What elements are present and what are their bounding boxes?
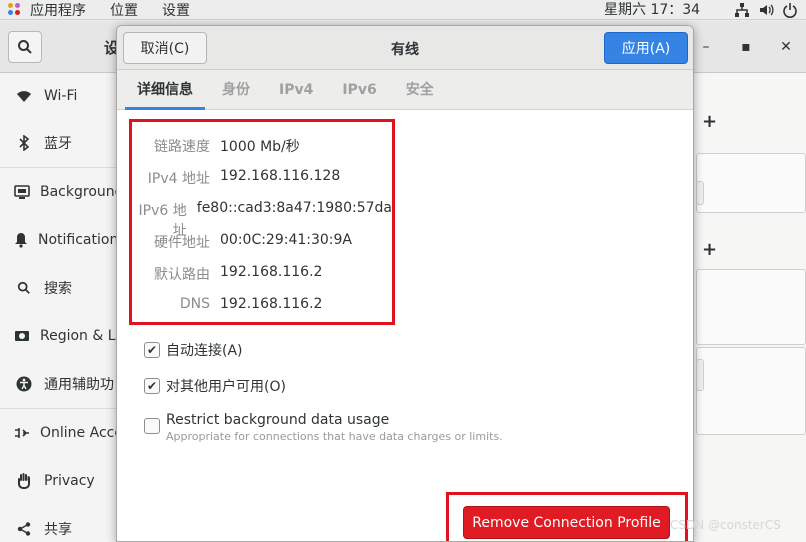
card-button[interactable] [696,181,704,205]
sidebar-item-region[interactable]: Region & La [0,312,117,360]
sidebar-item-label: Online Acco [40,425,117,441]
settings-sidebar: Wi-Fi 蓝牙 Background Notifications 搜索 Reg… [0,73,118,542]
applications-label: 应用程序 [30,2,86,19]
applications-icon [8,2,22,17]
search-button[interactable] [8,31,42,63]
accessibility-icon [14,376,34,392]
wifi-icon [14,89,34,103]
background-icon [14,185,30,199]
tab-identity[interactable]: 身份 [210,70,262,110]
auto-connect-row[interactable]: ✔ 自动连接(A) [144,340,243,360]
detail-label: 默认路由 [154,267,210,283]
card-button[interactable] [696,359,704,391]
tab-security[interactable]: 安全 [394,70,446,110]
detail-label: IPv4 地址 [147,171,210,187]
wired-connection-dialog: 取消(C) 有线 应用(A) 详细信息 身份 IPv4 IPv6 安全 链路速度… [116,25,694,542]
detail-value: 192.168.116.128 [220,168,341,184]
auto-connect-label: 自动连接(A) [166,343,243,359]
detail-label: 链路速度 [154,139,210,155]
sidebar-item-label: Region & La [40,328,117,344]
close-button[interactable]: ✕ [766,35,806,59]
sidebar-item-bluetooth[interactable]: 蓝牙 [0,119,117,167]
detail-label: DNS [179,296,210,312]
sidebar-item-privacy[interactable]: Privacy [0,457,117,505]
hand-icon [14,473,34,489]
volume-icon [758,2,774,18]
sidebar-item-label: Wi-Fi [44,88,78,104]
restrict-data-hint: Appropriate for connections that have da… [166,430,503,443]
detail-label: 硬件地址 [154,235,210,251]
system-tray[interactable] [734,0,798,20]
applications-menu[interactable]: 应用程序 [8,0,110,20]
sidebar-item-sharing[interactable]: 共享 [0,505,117,542]
all-users-row[interactable]: ✔ 对其他用户可用(O) [144,376,286,396]
dialog-header: 取消(C) 有线 应用(A) [117,26,693,70]
maximize-button[interactable]: ▪ [726,35,766,59]
sidebar-item-notifications[interactable]: Notifications [0,216,117,264]
share-icon [14,522,34,536]
detail-value: fe80::cad3:8a47:1980:57da [196,200,392,216]
sidebar-item-label: 蓝牙 [44,136,72,152]
connection-card [696,347,806,435]
tab-ipv4[interactable]: IPv4 [267,70,325,110]
clock[interactable]: 星期六 17：34 [604,0,700,20]
detail-row-link-speed: 链路速度 1000 Mb/秒 [132,136,392,156]
network-icon [734,2,750,18]
auto-connect-checkbox[interactable]: ✔ [144,342,160,358]
apply-button[interactable]: 应用(A) [604,32,688,64]
detail-row-hardware-address: 硬件地址 00:0C:29:41:30:9A [132,232,392,252]
power-icon [782,2,798,18]
detail-value: 00:0C:29:41:30:9A [220,232,353,248]
all-users-checkbox[interactable]: ✔ [144,378,160,394]
tab-ipv6[interactable]: IPv6 [330,70,388,110]
watermark: CSDN @consterCS [670,518,781,532]
detail-row-ipv6: IPv6 地址 fe80::cad3:8a47:1980:57da [132,200,392,239]
places-menu[interactable]: 位置 [110,0,138,20]
add-icon[interactable]: + [702,239,717,260]
sidebar-item-label: Background [40,184,117,200]
sidebar-item-background[interactable]: Background [0,168,117,216]
sidebar-item-label: 通用辅助功 [44,377,114,393]
restrict-data-checkbox[interactable] [144,418,160,434]
restrict-data-label: Restrict background data usage [166,412,390,428]
sidebar-item-label: 搜索 [44,281,72,297]
remove-connection-profile-button[interactable]: Remove Connection Profile [463,506,670,539]
detail-label: IPv6 地址 [138,203,187,239]
detail-row-ipv4: IPv4 地址 192.168.116.128 [132,168,392,188]
connection-card [696,153,806,213]
restrict-data-row[interactable]: Restrict background data usage Appropria… [144,412,503,443]
settings-menu[interactable]: 设置 [162,0,190,20]
bluetooth-icon [14,135,34,151]
sidebar-item-search[interactable]: 搜索 [0,264,117,312]
detail-value: 1000 Mb/秒 [220,139,300,155]
region-icon [14,329,30,343]
tab-details[interactable]: 详细信息 [125,70,205,110]
dialog-tabs: 详细信息 身份 IPv4 IPv6 安全 [117,70,693,110]
window-controls: – ▪ ✕ [686,35,806,59]
sidebar-item-label: 共享 [44,522,72,538]
all-users-label: 对其他用户可用(O) [166,379,286,395]
sidebar-item-label: Notifications [38,232,117,248]
search-icon [18,40,32,54]
sidebar-item-label: Privacy [44,473,95,489]
detail-value: 192.168.116.2 [220,264,323,280]
detail-row-dns: DNS 192.168.116.2 [132,296,392,316]
connection-details: 链路速度 1000 Mb/秒 IPv4 地址 192.168.116.128 I… [129,119,395,325]
bell-icon [14,232,28,248]
sidebar-item-accessibility[interactable]: 通用辅助功 [0,360,117,408]
add-icon[interactable]: + [702,111,717,132]
detail-value: 192.168.116.2 [220,296,323,312]
online-accounts-icon [14,426,30,440]
sidebar-item-online-accounts[interactable]: Online Acco [0,409,117,457]
sidebar-item-wifi[interactable]: Wi-Fi [0,73,117,119]
search-icon [14,281,34,295]
detail-row-default-route: 默认路由 192.168.116.2 [132,264,392,284]
connection-card [696,269,806,345]
top-bar: 应用程序 位置 设置 星期六 17：34 [0,0,806,20]
